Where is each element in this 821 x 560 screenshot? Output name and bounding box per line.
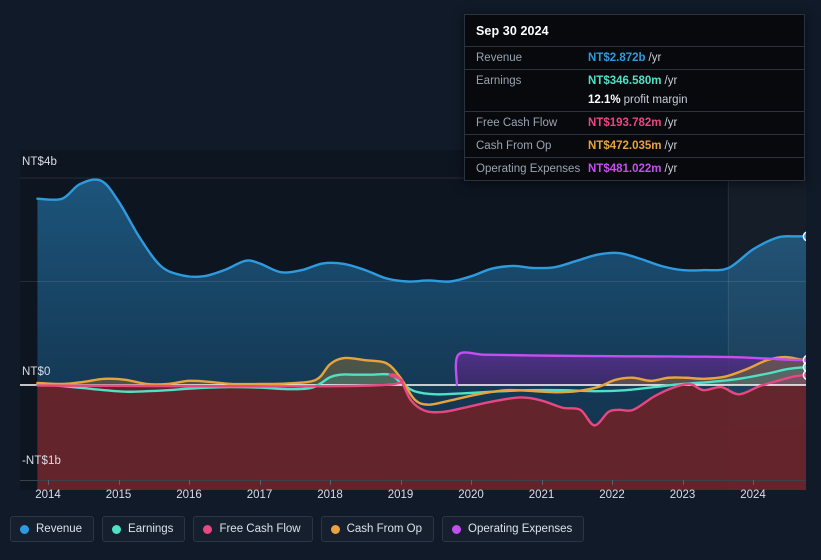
legend-item-label: Earnings [128, 523, 174, 535]
tooltip-row-value-wrap: NT$481.022m/yr [588, 161, 677, 177]
x-axis-tick-label-2022: 2022 [599, 489, 625, 501]
y-axis-label-4b: NT$4b [22, 156, 58, 168]
tooltip-row-value-wrap: NT$346.580m/yr [588, 73, 677, 89]
legend-item-label: Cash From Op [346, 523, 423, 535]
tooltip-row-label: Revenue [476, 52, 523, 64]
tooltip-row-value: NT$472.035m [588, 140, 662, 152]
tooltip-row-operating-expenses: Operating Expenses NT$481.022m/yr [465, 157, 804, 180]
tooltip-row-unit: /yr [648, 52, 662, 64]
legend-item-free-cash-flow[interactable]: Free Cash Flow [193, 516, 313, 542]
x-axis-tick-mark-2014 [48, 480, 49, 485]
tooltip-row-unit: /yr [664, 140, 678, 152]
y-axis-label-neg1b: -NT$1b [22, 455, 61, 467]
endpoint-marker-earnings [802, 362, 806, 372]
x-axis-tick-label-2023: 2023 [669, 489, 696, 501]
tooltip-row-value: NT$346.580m [588, 75, 662, 87]
tooltip-row-unit: /yr [664, 117, 678, 129]
x-axis-tick-label-2021: 2021 [528, 489, 555, 501]
x-axis-tick-mark-2018 [330, 480, 331, 485]
tooltip-row-value-wrap: 12.1% profit margin [588, 92, 688, 108]
x-axis: 2014 2015 2016 2017 2018 2019 2020 2021 2022 2023… [0, 480, 821, 508]
x-axis-tick-mark-2017 [259, 480, 261, 485]
tooltip-row-value: NT$193.782m [588, 117, 662, 129]
legend-item-label: Free Cash Flow [219, 523, 301, 535]
tooltip-row-unit: /yr [664, 163, 678, 175]
tooltip-row-label: Earnings [476, 75, 522, 87]
legend-item-revenue[interactable]: Revenue [10, 516, 95, 542]
legend-item-operating-expenses[interactable]: Operating Expenses [442, 516, 585, 542]
x-axis-tick-mark-2024 [753, 480, 754, 485]
tooltip-row-unit: profit margin [623, 94, 688, 106]
chart-legend: Revenue Earnings Free Cash Flow Cash From O… [10, 516, 585, 542]
endpoint-marker-free-cash-flow [802, 370, 806, 380]
chart-plot-area: NT$4b NT$0 -NT$1b [0, 150, 821, 490]
x-axis-tick-label-2018: 2018 [317, 489, 343, 501]
x-axis-tick-label-2020: 2020 [458, 489, 484, 501]
x-axis-tick-label-2017: 2017 [246, 489, 273, 501]
x-axis-line [20, 480, 806, 481]
tooltip-row-profit-margin: 12.1% profit margin [465, 92, 804, 111]
x-axis-tick-mark-2023 [682, 480, 684, 485]
x-axis-tick-mark-2019 [400, 480, 402, 485]
tooltip-row-label: Operating Expenses [476, 163, 581, 175]
chart-svg [20, 150, 806, 490]
x-axis-tick-mark-2022 [612, 480, 613, 485]
tooltip-row-unit: /yr [664, 75, 678, 87]
legend-color-dot-icon [330, 524, 340, 534]
x-axis-tick-mark-2015 [118, 480, 120, 485]
x-axis-tick-mark-2020 [471, 480, 472, 485]
legend-item-label: Operating Expenses [468, 523, 573, 535]
x-axis-tick-label-2016: 2016 [176, 489, 202, 501]
chart-tooltip: Sep 30 2024 Revenue NT$2.872b/yr Earnings N… [464, 14, 805, 181]
tooltip-row-value: 12.1% [588, 94, 621, 106]
chart-root: NT$4b NT$0 -NT$1b 2014 2015 2016 2017 2018 20… [0, 0, 821, 560]
x-axis-tick-label-2024: 2024 [740, 489, 766, 501]
legend-color-dot-icon [452, 524, 462, 534]
legend-item-label: Revenue [36, 523, 83, 535]
tooltip-row-revenue: Revenue NT$2.872b/yr [465, 46, 804, 69]
tooltip-row-earnings: Earnings NT$346.580m/yr [465, 69, 804, 92]
tooltip-rows: Revenue NT$2.872b/yr Earnings NT$346.580m/y… [465, 46, 804, 180]
x-axis-tick-label-2019: 2019 [387, 489, 414, 501]
x-axis-tick-mark-2016 [189, 480, 190, 485]
tooltip-row-value: NT$481.022m [588, 163, 662, 175]
legend-color-dot-icon [203, 524, 213, 534]
tooltip-row-value: NT$2.872b [588, 52, 646, 64]
endpoint-marker-revenue [802, 231, 806, 242]
tooltip-row-value-wrap: NT$472.035m/yr [588, 138, 677, 154]
x-axis-tick-mark-2021 [541, 480, 543, 485]
y-axis-label-0: NT$0 [22, 366, 51, 378]
tooltip-row-cash-from-op: Cash From Op NT$472.035m/yr [465, 134, 804, 157]
tooltip-date: Sep 30 2024 [476, 24, 549, 38]
tooltip-row-value-wrap: NT$2.872b/yr [588, 50, 661, 66]
legend-item-earnings[interactable]: Earnings [102, 516, 186, 542]
x-axis-tick-label-2015: 2015 [105, 489, 132, 501]
legend-color-dot-icon [112, 524, 122, 534]
tooltip-row-label: Free Cash Flow [476, 117, 558, 129]
tooltip-row-label: Cash From Op [476, 140, 552, 152]
legend-color-dot-icon [20, 524, 29, 534]
x-axis-tick-label-2014: 2014 [35, 489, 61, 501]
tooltip-row-free-cash-flow: Free Cash Flow NT$193.782m/yr [465, 111, 804, 134]
legend-item-cash-from-op[interactable]: Cash From Op [320, 516, 435, 542]
tooltip-row-value-wrap: NT$193.782m/yr [588, 115, 677, 131]
